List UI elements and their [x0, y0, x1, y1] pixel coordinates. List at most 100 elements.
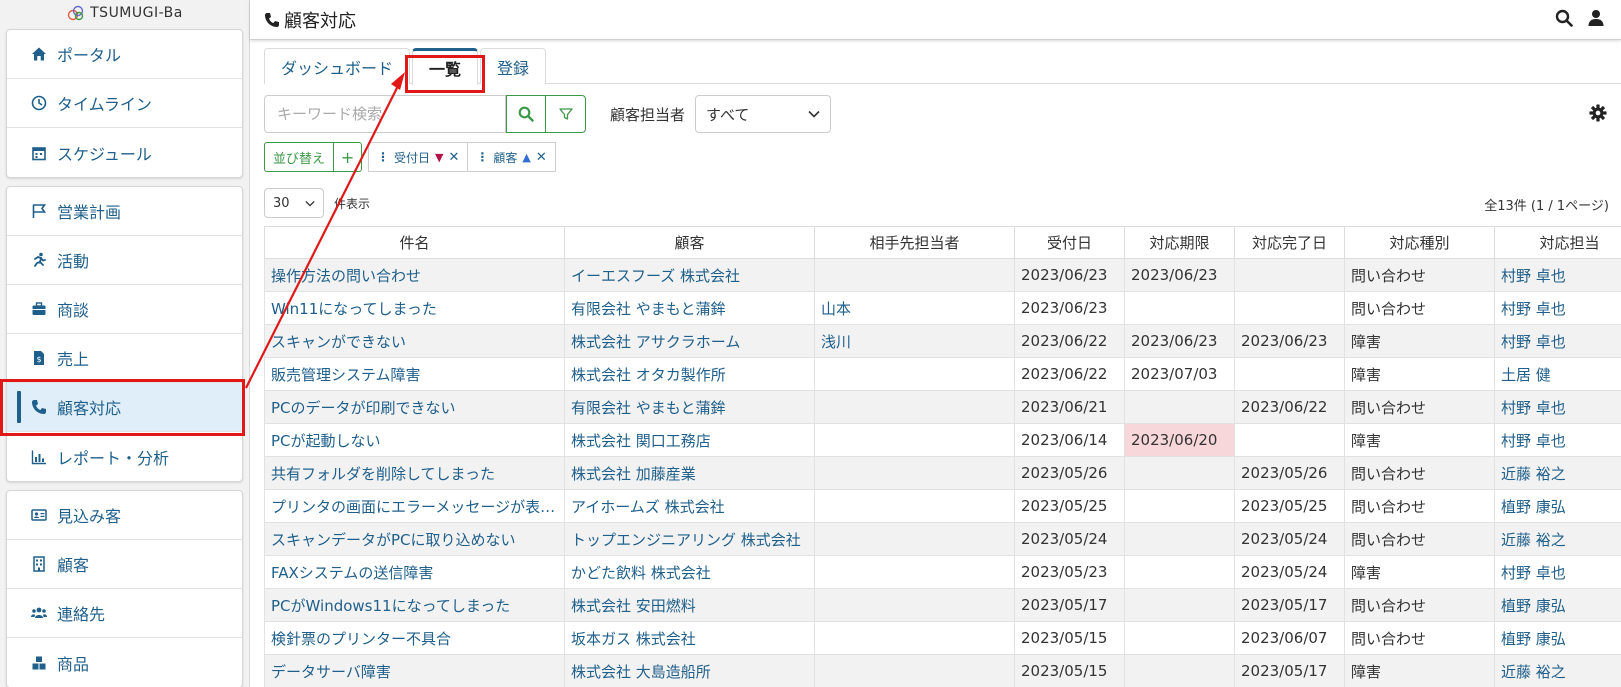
table-cell[interactable]: 村野 卓也	[1494, 258, 1621, 292]
table-cell[interactable]: プリンタの画面にエラーメッセージが表示される	[264, 489, 565, 523]
table-cell[interactable]: 村野 卓也	[1494, 291, 1621, 325]
table-row[interactable]: 共有フォルダを削除してしまった 株式会社 加藤産業 2023/05/26 2023/0…	[264, 456, 1621, 490]
column-header[interactable]: 対応期限	[1124, 226, 1235, 259]
sidebar-item[interactable]: 顧客	[7, 540, 242, 589]
table-cell[interactable]: アイホームズ 株式会社	[564, 489, 815, 523]
table-cell[interactable]: 土居 健	[1494, 357, 1621, 391]
table-cell[interactable]: トップエンジニアリング 株式会社	[564, 522, 815, 556]
table-cell: 2023/05/25	[1014, 489, 1125, 523]
table-cell[interactable]: 株式会社 安田燃料	[564, 588, 815, 622]
search-icon[interactable]	[1555, 9, 1573, 27]
table-cell[interactable]: 植野 康弘	[1494, 588, 1621, 622]
table-cell[interactable]: 近藤 裕之	[1494, 456, 1621, 490]
table-row[interactable]: 検針票のプリンター不具合 坂本ガス 株式会社 2023/05/15 2023/06/0…	[264, 621, 1621, 655]
table-cell[interactable]: 株式会社 加藤産業	[564, 456, 815, 490]
table-row[interactable]: PCがWindows11になってしまった 株式会社 安田燃料 2023/05/17 2…	[264, 588, 1621, 622]
table-cell[interactable]: 村野 卓也	[1494, 423, 1621, 457]
table-cell[interactable]: 共有フォルダを削除してしまった	[264, 456, 565, 490]
table-cell[interactable]: スキャンデータがPCに取り込めない	[264, 522, 565, 556]
table-row[interactable]: PCのデータが印刷できない 有限会社 やまもと蒲鉾 2023/06/21 2023/0…	[264, 390, 1621, 424]
table-cell[interactable]: 近藤 裕之	[1494, 654, 1621, 687]
gear-icon[interactable]	[1589, 104, 1607, 122]
table-cell: 2023/06/14	[1014, 423, 1125, 457]
sidebar-item[interactable]: 顧客対応	[7, 383, 242, 432]
table-cell[interactable]: 山本	[814, 291, 1015, 325]
sidebar-item[interactable]: 見込み客	[7, 491, 242, 540]
table-cell[interactable]: 有限会社 やまもと蒲鉾	[564, 291, 815, 325]
table-cell[interactable]: イーエスフーズ 株式会社	[564, 258, 815, 292]
column-header[interactable]: 対応担当	[1494, 226, 1621, 259]
table-row[interactable]: FAXシステムの送信障害 かどた飲料 株式会社 2023/05/23 2023/05/…	[264, 555, 1621, 589]
table-row[interactable]: プリンタの画面にエラーメッセージが表示されるアイホームズ 株式会社 2023/05…	[264, 489, 1621, 523]
sidebar-item[interactable]: 連絡先	[7, 589, 242, 638]
table-cell[interactable]: データサーバ障害	[264, 654, 565, 687]
table-cell[interactable]: 販売管理システム障害	[264, 357, 565, 391]
add-sort-button[interactable]: +	[334, 142, 363, 172]
table-cell[interactable]: 検針票のプリンター不具合	[264, 621, 565, 655]
sort-chip-customer[interactable]: ⋮ 顧客 ▲ ✕	[468, 142, 556, 172]
sidebar-item[interactable]: 営業計画	[7, 187, 242, 236]
table-cell[interactable]: 村野 卓也	[1494, 555, 1621, 589]
sidebar-item[interactable]: スケジュール	[7, 128, 242, 177]
keyword-search-input[interactable]	[264, 95, 506, 133]
table-cell[interactable]: Win11になってしまった	[264, 291, 565, 325]
table-row[interactable]: スキャンができない 株式会社 アサクラホーム 浅川 2023/06/22 2023/06…	[264, 324, 1621, 358]
tab-register[interactable]: 登録	[480, 48, 547, 84]
table-cell[interactable]: 株式会社 大島造船所	[564, 654, 815, 687]
sidebar-item[interactable]: タイムライン	[7, 79, 242, 128]
sidebar-item[interactable]: 活動	[7, 236, 242, 285]
per-page-select[interactable]: 30	[264, 188, 324, 218]
table-cell[interactable]: 坂本ガス 株式会社	[564, 621, 815, 655]
table-cell[interactable]: FAXシステムの送信障害	[264, 555, 565, 589]
filter-button[interactable]	[546, 95, 586, 133]
table-cell[interactable]: 浅川	[814, 324, 1015, 358]
column-header[interactable]: 顧客	[564, 226, 815, 259]
table-cell	[814, 489, 1015, 523]
sort-button[interactable]: 並び替え	[264, 142, 335, 172]
table-cell[interactable]: 植野 康弘	[1494, 489, 1621, 523]
column-header[interactable]: 対応完了日	[1234, 226, 1345, 259]
sidebar-item[interactable]: レポート・分析	[7, 432, 242, 481]
table-cell[interactable]: 株式会社 関口工務店	[564, 423, 815, 457]
table-row[interactable]: データサーバ障害 株式会社 大島造船所 2023/05/15 2023/05/17 障害…	[264, 654, 1621, 687]
drag-handle-icon[interactable]: ⋮	[476, 150, 488, 164]
boxes-icon	[29, 654, 49, 672]
table-cell[interactable]: 村野 卓也	[1494, 324, 1621, 358]
table-row[interactable]: Win11になってしまった 有限会社 やまもと蒲鉾 山本 2023/06/23 問い合わ…	[264, 291, 1621, 325]
user-icon[interactable]	[1587, 9, 1605, 27]
tab-dashboard[interactable]: ダッシュボード	[264, 48, 411, 84]
table-cell[interactable]: PCのデータが印刷できない	[264, 390, 565, 424]
sidebar-item[interactable]: $ 売上	[7, 334, 242, 383]
tab-list[interactable]: 一覧	[412, 48, 479, 85]
table-row[interactable]: PCが起動しない 株式会社 関口工務店 2023/06/14 2023/06/20 障害…	[264, 423, 1621, 457]
column-header[interactable]: 相手先担当者	[814, 226, 1015, 259]
table-row[interactable]: 操作方法の問い合わせ イーエスフーズ 株式会社 2023/06/23 2023/06/…	[264, 258, 1621, 292]
sidebar-item[interactable]: 商談	[7, 285, 242, 334]
sidebar-item[interactable]: ポータル	[7, 30, 242, 79]
table-row[interactable]: スキャンデータがPCに取り込めない トップエンジニアリング 株式会社 2023/05…	[264, 522, 1621, 556]
table-cell[interactable]: 株式会社 アサクラホーム	[564, 324, 815, 358]
table-cell[interactable]: PCが起動しない	[264, 423, 565, 457]
sort-chip-received-date[interactable]: ⋮ 受付日 ▼ ✕	[368, 142, 469, 172]
drag-handle-icon[interactable]: ⋮	[377, 150, 389, 164]
rep-filter-select[interactable]: すべて	[695, 95, 832, 133]
table-cell[interactable]: 村野 卓也	[1494, 390, 1621, 424]
search-button[interactable]	[506, 95, 546, 133]
table-cell[interactable]: 有限会社 やまもと蒲鉾	[564, 390, 815, 424]
table-cell[interactable]: 近藤 裕之	[1494, 522, 1621, 556]
sidebar-item[interactable]: 商品	[7, 638, 242, 687]
app-logo[interactable]: TSUMUGI-Ba	[0, 0, 249, 26]
column-header[interactable]: 対応種別	[1344, 226, 1495, 259]
column-header[interactable]: 件名	[264, 226, 565, 259]
table-cell[interactable]: 操作方法の問い合わせ	[264, 258, 565, 292]
remove-sort-icon[interactable]: ✕	[449, 150, 460, 165]
table-row[interactable]: 販売管理システム障害 株式会社 オタカ製作所 2023/06/22 2023/07/0…	[264, 357, 1621, 391]
table-cell[interactable]: 株式会社 オタカ製作所	[564, 357, 815, 391]
filter-icon	[558, 108, 573, 120]
table-cell[interactable]: PCがWindows11になってしまった	[264, 588, 565, 622]
table-cell[interactable]: 植野 康弘	[1494, 621, 1621, 655]
table-cell[interactable]: スキャンができない	[264, 324, 565, 358]
column-header[interactable]: 受付日	[1014, 226, 1125, 259]
remove-sort-icon[interactable]: ✕	[536, 150, 547, 165]
table-cell[interactable]: かどた飲料 株式会社	[564, 555, 815, 589]
